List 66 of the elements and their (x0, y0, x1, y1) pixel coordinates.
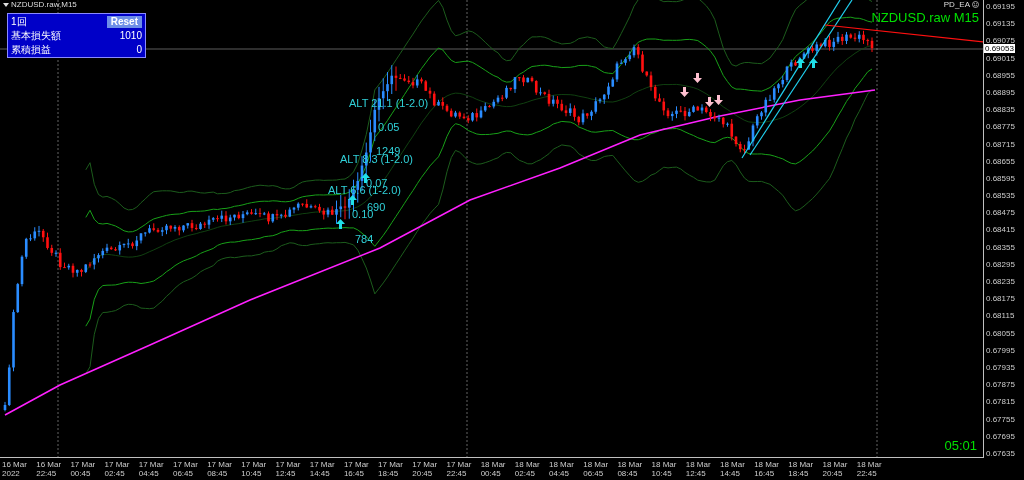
price-tick: 0.67755 (986, 414, 1016, 424)
counter-label: 1回 (11, 14, 27, 29)
price-tick: 0.68175 (986, 294, 1016, 304)
price-tick: 0.69195 (986, 2, 1016, 11)
time-tick: 18 Mar 08:45 (617, 459, 644, 480)
time-tick: 18 Mar 18:45 (788, 459, 815, 480)
time-tick: 17 Mar 02:45 (104, 459, 131, 480)
current-price: 0.69053 (984, 44, 1015, 53)
price-tick: 0.68895 (986, 87, 1016, 97)
price-tick: 0.68535 (986, 191, 1016, 201)
price-tick: 0.68355 (986, 242, 1016, 252)
time-tick: 18 Mar 22:45 (856, 459, 883, 480)
price-tick: 0.67995 (986, 345, 1016, 355)
time-tick: 18 Mar 12:45 (685, 459, 712, 480)
time-tick: 18 Mar 14:45 (719, 459, 746, 480)
price-tick: 0.67875 (986, 380, 1016, 390)
price-tick: 0.67815 (986, 397, 1016, 407)
time-tick: 18 Mar 04:45 (549, 459, 575, 480)
time-tick: 17 Mar 04:45 (138, 459, 165, 480)
price-tick: 0.68775 (986, 122, 1016, 132)
price-tick: 0.68655 (986, 156, 1016, 166)
price-tick: 0.68235 (986, 277, 1016, 286)
price-tick: 0.69015 (986, 53, 1016, 63)
time-tick: 17 Mar 12:45 (275, 459, 302, 480)
time-tick: 17 Mar 20:45 (412, 459, 439, 480)
price-tick: 0.68595 (986, 173, 1016, 183)
time-tick: 18 Mar 00:45 (480, 459, 507, 480)
time-tick: 18 Mar 02:45 (514, 459, 541, 480)
panel-value: 1010 (119, 30, 142, 41)
time-tick: 17 Mar 08:45 (207, 459, 234, 480)
time-tick: 17 Mar 06:45 (172, 459, 199, 480)
time-tick: 17 Mar 16:45 (343, 459, 370, 480)
price-tick: 0.68295 (986, 259, 1016, 269)
time-tick: 17 Mar 14:45 (309, 459, 336, 480)
price-tick: 0.68415 (986, 225, 1016, 235)
time-tick: 18 Mar 06:45 (583, 459, 610, 480)
price-tick: 0.67635 (986, 448, 1016, 458)
reset-button[interactable]: Reset (106, 15, 142, 28)
trade-annotation: 784 (355, 233, 374, 245)
expert-label: PD_EA (943, 0, 970, 9)
time-tick: 17 Mar 10:45 (241, 459, 268, 480)
time-tick: 16 Mar 2022 (2, 459, 28, 480)
time-tick: 17 Mar 00:45 (70, 459, 97, 480)
price-tick: 0.67695 (986, 431, 1016, 441)
countdown-timer: 05:01 (944, 438, 977, 453)
price-tick: 0.68715 (986, 139, 1016, 149)
panel-label: 累積損益 (11, 42, 51, 57)
price-tick: 0.68115 (986, 311, 1016, 321)
price-tick: 0.68055 (986, 328, 1016, 338)
trade-annotation: 0.05 (378, 121, 400, 133)
time-tick: 18 Mar 10:45 (651, 459, 678, 480)
time-tick: 16 Mar 22:45 (36, 459, 63, 480)
chart-symbol: NZDUSD.raw,M15 (11, 0, 77, 9)
price-tick: 0.67935 (986, 362, 1016, 372)
time-tick: 17 Mar 22:45 (446, 459, 473, 480)
panel-label: 基本損失額 (11, 28, 61, 43)
price-tick: 0.69075 (986, 36, 1016, 46)
price-tick: 0.68475 (986, 208, 1016, 218)
price-tick: 0.68835 (986, 105, 1016, 115)
price-tick: 0.68955 (986, 70, 1016, 80)
panel-value: 0 (136, 44, 142, 55)
symbol-label: NZDUSD.raw M15 (871, 10, 979, 25)
time-tick: 18 Mar 16:45 (754, 459, 781, 480)
price-tick: 0.69135 (986, 19, 1016, 29)
time-tick: 18 Mar 20:45 (822, 459, 849, 480)
time-tick: 17 Mar 18:45 (378, 459, 404, 480)
